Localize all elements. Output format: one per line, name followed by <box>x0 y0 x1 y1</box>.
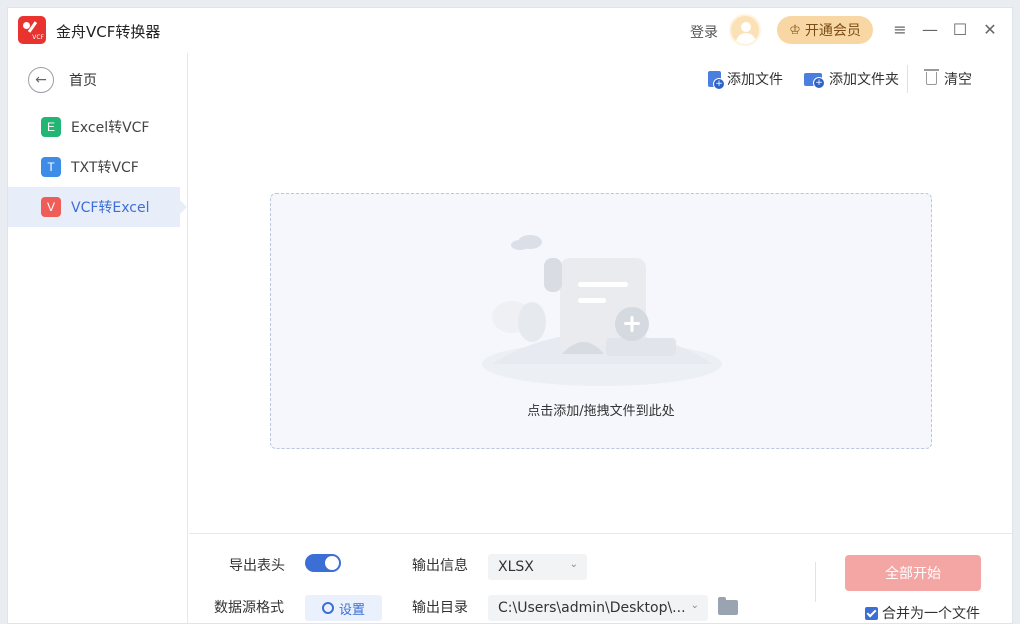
home-label: 首页 <box>69 73 97 89</box>
chevron-down-icon: ⌄ <box>569 559 578 570</box>
vcf-icon: V <box>41 197 61 217</box>
output-format-value: XLSX <box>498 559 534 575</box>
add-folder-label: 添加文件夹 <box>829 72 899 88</box>
txt-icon: T <box>41 157 61 177</box>
settings-button[interactable]: 设置 <box>305 595 382 621</box>
login-link[interactable]: 登录 <box>690 22 718 42</box>
output-info-label: 输出信息 <box>412 558 468 574</box>
settings-panel: 导出表头 数据源格式 设置 输出信息 XLSX ⌄ 输出目录 C:\Users\… <box>189 533 1012 623</box>
file-dropzone[interactable]: 点击添加/拖拽文件到此处 <box>270 193 932 449</box>
excel-icon: E <box>41 117 61 137</box>
merge-checkbox[interactable] <box>865 606 878 620</box>
back-arrow-icon: ← <box>28 67 54 93</box>
add-folder-icon <box>804 71 826 89</box>
source-format-label: 数据源格式 <box>214 600 284 616</box>
dropzone-label: 点击添加/拖拽文件到此处 <box>527 404 675 419</box>
gear-icon <box>321 602 334 614</box>
app-title: 金舟VCF转换器 <box>56 23 161 41</box>
app-window: VCF 金舟VCF转换器 登录 ♔ 开通会员 ≡ — ☐ ✕ ← 首页 E Ex… <box>7 7 1013 624</box>
sidebar: ← 首页 E Excel转VCF T TXT转VCF V VCF转Excel <box>8 53 188 623</box>
add-file-label: 添加文件 <box>727 72 783 88</box>
empty-document-illustration <box>482 235 722 386</box>
export-header-toggle[interactable] <box>305 554 341 572</box>
app-logo: VCF <box>18 16 46 44</box>
start-all-button[interactable]: 全部开始 <box>845 555 981 591</box>
settings-button-label: 设置 <box>338 602 365 618</box>
clear-button[interactable]: 清空 <box>923 68 972 90</box>
avatar[interactable] <box>729 14 761 46</box>
merge-option[interactable]: 合并为一个文件 <box>865 603 980 623</box>
add-file-icon <box>706 71 725 90</box>
minimize-icon[interactable]: — <box>920 19 940 41</box>
close-icon[interactable]: ✕ <box>980 19 1000 41</box>
add-folder-button[interactable]: 添加文件夹 <box>804 68 899 90</box>
merge-label: 合并为一个文件 <box>882 606 980 622</box>
clear-label: 清空 <box>944 72 972 88</box>
toolbar-divider <box>907 65 908 93</box>
vip-button[interactable]: ♔ 开通会员 <box>777 16 873 44</box>
output-dir-label: 输出目录 <box>412 600 468 616</box>
chevron-down-icon: ⌄ <box>690 600 699 611</box>
output-dir-select[interactable]: C:\Users\admin\Desktop\... ⌄ <box>488 595 708 621</box>
maximize-icon[interactable]: ☐ <box>950 19 970 41</box>
output-dir-value: C:\Users\admin\Desktop\... <box>498 600 686 616</box>
export-header-label: 导出表头 <box>229 558 285 574</box>
sidebar-item-label: TXT转VCF <box>71 160 139 176</box>
output-format-select[interactable]: XLSX ⌄ <box>488 554 587 580</box>
crown-icon: ♔ <box>789 22 801 38</box>
logo-tag: VCF <box>32 34 44 41</box>
sidebar-item-excel-to-vcf[interactable]: E Excel转VCF <box>8 107 180 147</box>
trash-icon <box>923 69 941 87</box>
sidebar-item-label: VCF转Excel <box>71 200 150 216</box>
folder-icon[interactable] <box>718 597 738 615</box>
bottom-divider <box>815 562 816 602</box>
vip-button-label: 开通会员 <box>804 23 861 39</box>
menu-icon[interactable]: ≡ <box>890 19 910 41</box>
sidebar-item-txt-to-vcf[interactable]: T TXT转VCF <box>8 147 180 187</box>
title-bar: VCF 金舟VCF转换器 登录 ♔ 开通会员 ≡ — ☐ ✕ <box>8 8 1012 53</box>
main-panel: 添加文件 添加文件夹 清空 <box>189 53 1012 623</box>
sidebar-item-vcf-to-excel[interactable]: V VCF转Excel <box>8 187 187 227</box>
add-file-button[interactable]: 添加文件 <box>706 68 783 90</box>
sidebar-item-label: Excel转VCF <box>71 120 150 136</box>
home-button[interactable]: ← 首页 <box>28 67 97 93</box>
